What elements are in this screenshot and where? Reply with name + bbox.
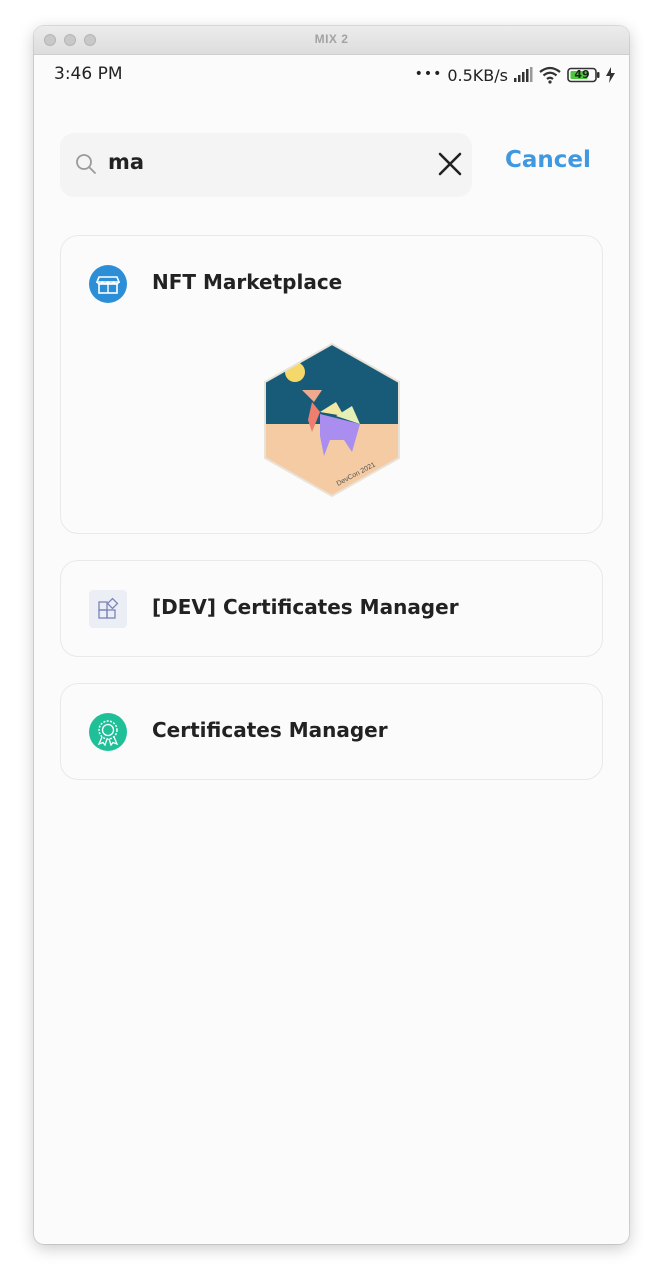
wifi-icon xyxy=(539,66,561,84)
battery-level: 49 xyxy=(574,68,590,81)
charging-bolt-icon xyxy=(606,67,615,83)
search-icon xyxy=(76,154,96,174)
cellular-signal-icon xyxy=(514,67,533,82)
network-rate: 0.5KB/s xyxy=(447,65,508,85)
title-bar: MIX 2 xyxy=(34,26,629,55)
clear-search-icon[interactable] xyxy=(438,152,462,176)
status-bar: 3:46 PM ••• 0.5KB/s 49 xyxy=(34,54,629,94)
more-notifications-icon: ••• xyxy=(414,66,443,82)
storefront-icon xyxy=(89,265,127,303)
search-field[interactable]: ma xyxy=(60,133,472,197)
window-title: MIX 2 xyxy=(314,32,349,46)
nft-preview-image: DevCon 2021 xyxy=(264,342,400,498)
result-name: [DEV] Certificates Manager xyxy=(152,595,459,619)
battery-icon: 49 xyxy=(567,67,601,83)
status-time: 3:46 PM xyxy=(54,64,123,84)
result-name: NFT Marketplace xyxy=(152,270,343,294)
result-name: Certificates Manager xyxy=(152,718,388,742)
cancel-button[interactable]: Cancel xyxy=(505,147,591,173)
result-card-certificates-manager[interactable]: Certificates Manager xyxy=(60,683,603,780)
result-card-nft-marketplace[interactable]: NFT Marketplace DevCon 2021 xyxy=(60,235,603,534)
app-window: MIX 2 3:46 PM ••• 0.5KB/s 49 ma Cancel N… xyxy=(34,26,629,1244)
search-query[interactable]: ma xyxy=(108,150,144,174)
award-badge-icon xyxy=(89,713,127,751)
widgets-icon xyxy=(89,590,127,628)
result-card-dev-certificates-manager[interactable]: [DEV] Certificates Manager xyxy=(60,560,603,657)
